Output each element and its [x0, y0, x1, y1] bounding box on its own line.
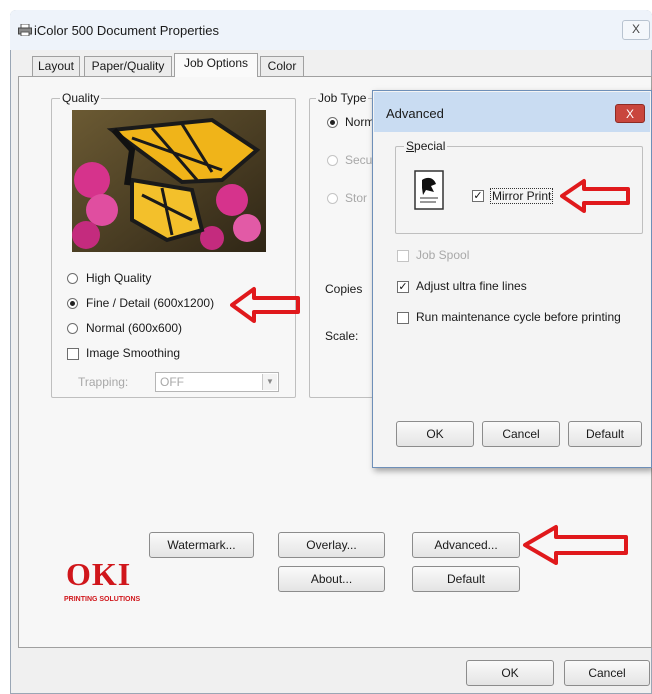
job-spool-checkbox [397, 250, 409, 262]
arrow-fine-detail-icon [230, 287, 300, 323]
default-button[interactable]: Default [412, 566, 520, 592]
window-title: iColor 500 Document Properties [34, 23, 219, 38]
quality-legend: Quality [60, 91, 102, 105]
trapping-select[interactable]: OFF ▼ [155, 372, 279, 392]
advanced-dialog-title: Advanced [386, 106, 444, 121]
normal-quality-label: Normal (600x600) [86, 321, 183, 335]
fine-detail-radio[interactable] [67, 298, 78, 309]
job-type-legend: Job Type [316, 91, 369, 105]
mirror-print-icon [414, 170, 444, 210]
overlay-button[interactable]: Overlay... [278, 532, 385, 558]
printer-icon [18, 24, 32, 36]
high-quality-radio[interactable] [67, 273, 78, 284]
maintenance-label: Run maintenance cycle before printing [416, 310, 621, 324]
mirror-print-label: Mirror Print [490, 188, 554, 204]
maintenance-checkbox[interactable] [397, 312, 409, 324]
arrow-mirror-print-icon [560, 179, 630, 213]
job-type-normal-radio[interactable] [327, 117, 338, 128]
job-type-store-label: Stor [345, 191, 368, 205]
copies-label: Copies [325, 282, 363, 296]
advanced-ok-button[interactable]: OK [396, 421, 474, 447]
mirror-print-checkbox[interactable]: ✓ [472, 190, 484, 202]
normal-quality-radio[interactable] [67, 323, 78, 334]
about-button[interactable]: About... [278, 566, 385, 592]
trapping-label: Trapping: [78, 375, 129, 389]
high-quality-label: High Quality [86, 271, 152, 285]
advanced-button[interactable]: Advanced... [412, 532, 520, 558]
advanced-dialog-close-button[interactable]: X [615, 104, 645, 123]
oki-tagline: PRINTING SOLUTIONS [64, 596, 141, 603]
tab-layout[interactable]: Layout [32, 56, 80, 76]
fine-detail-label: Fine / Detail (600x1200) [86, 296, 215, 310]
job-type-secure-label: Secu [345, 153, 373, 167]
job-type-normal-label: Norm [345, 115, 375, 129]
advanced-default-button[interactable]: Default [568, 421, 642, 447]
oki-logo: OKI [66, 556, 132, 592]
cancel-button[interactable]: Cancel [564, 660, 650, 686]
tab-job-options[interactable]: Job Options [174, 53, 258, 77]
image-smoothing-label: Image Smoothing [86, 346, 181, 360]
job-type-secure-radio[interactable] [327, 155, 338, 166]
job-type-store-radio[interactable] [327, 193, 338, 204]
image-smoothing-checkbox[interactable] [67, 348, 79, 360]
watermark-button[interactable]: Watermark... [149, 532, 254, 558]
ok-button[interactable]: OK [466, 660, 554, 686]
adjust-lines-checkbox[interactable]: ✓ [397, 281, 409, 293]
trapping-value: OFF [160, 375, 184, 389]
special-legend: Special [404, 139, 448, 153]
job-spool-label: Job Spool [416, 248, 470, 262]
chevron-down-icon: ▼ [262, 374, 277, 390]
quality-preview-image [72, 110, 266, 252]
advanced-cancel-button[interactable]: Cancel [482, 421, 560, 447]
adjust-lines-label: Adjust ultra fine lines [416, 279, 527, 293]
tab-color[interactable]: Color [260, 56, 304, 76]
arrow-advanced-icon [523, 525, 628, 565]
tab-paper-quality[interactable]: Paper/Quality [84, 56, 172, 76]
window-close-button[interactable]: X [622, 20, 650, 40]
scale-label: Scale: [325, 329, 359, 343]
